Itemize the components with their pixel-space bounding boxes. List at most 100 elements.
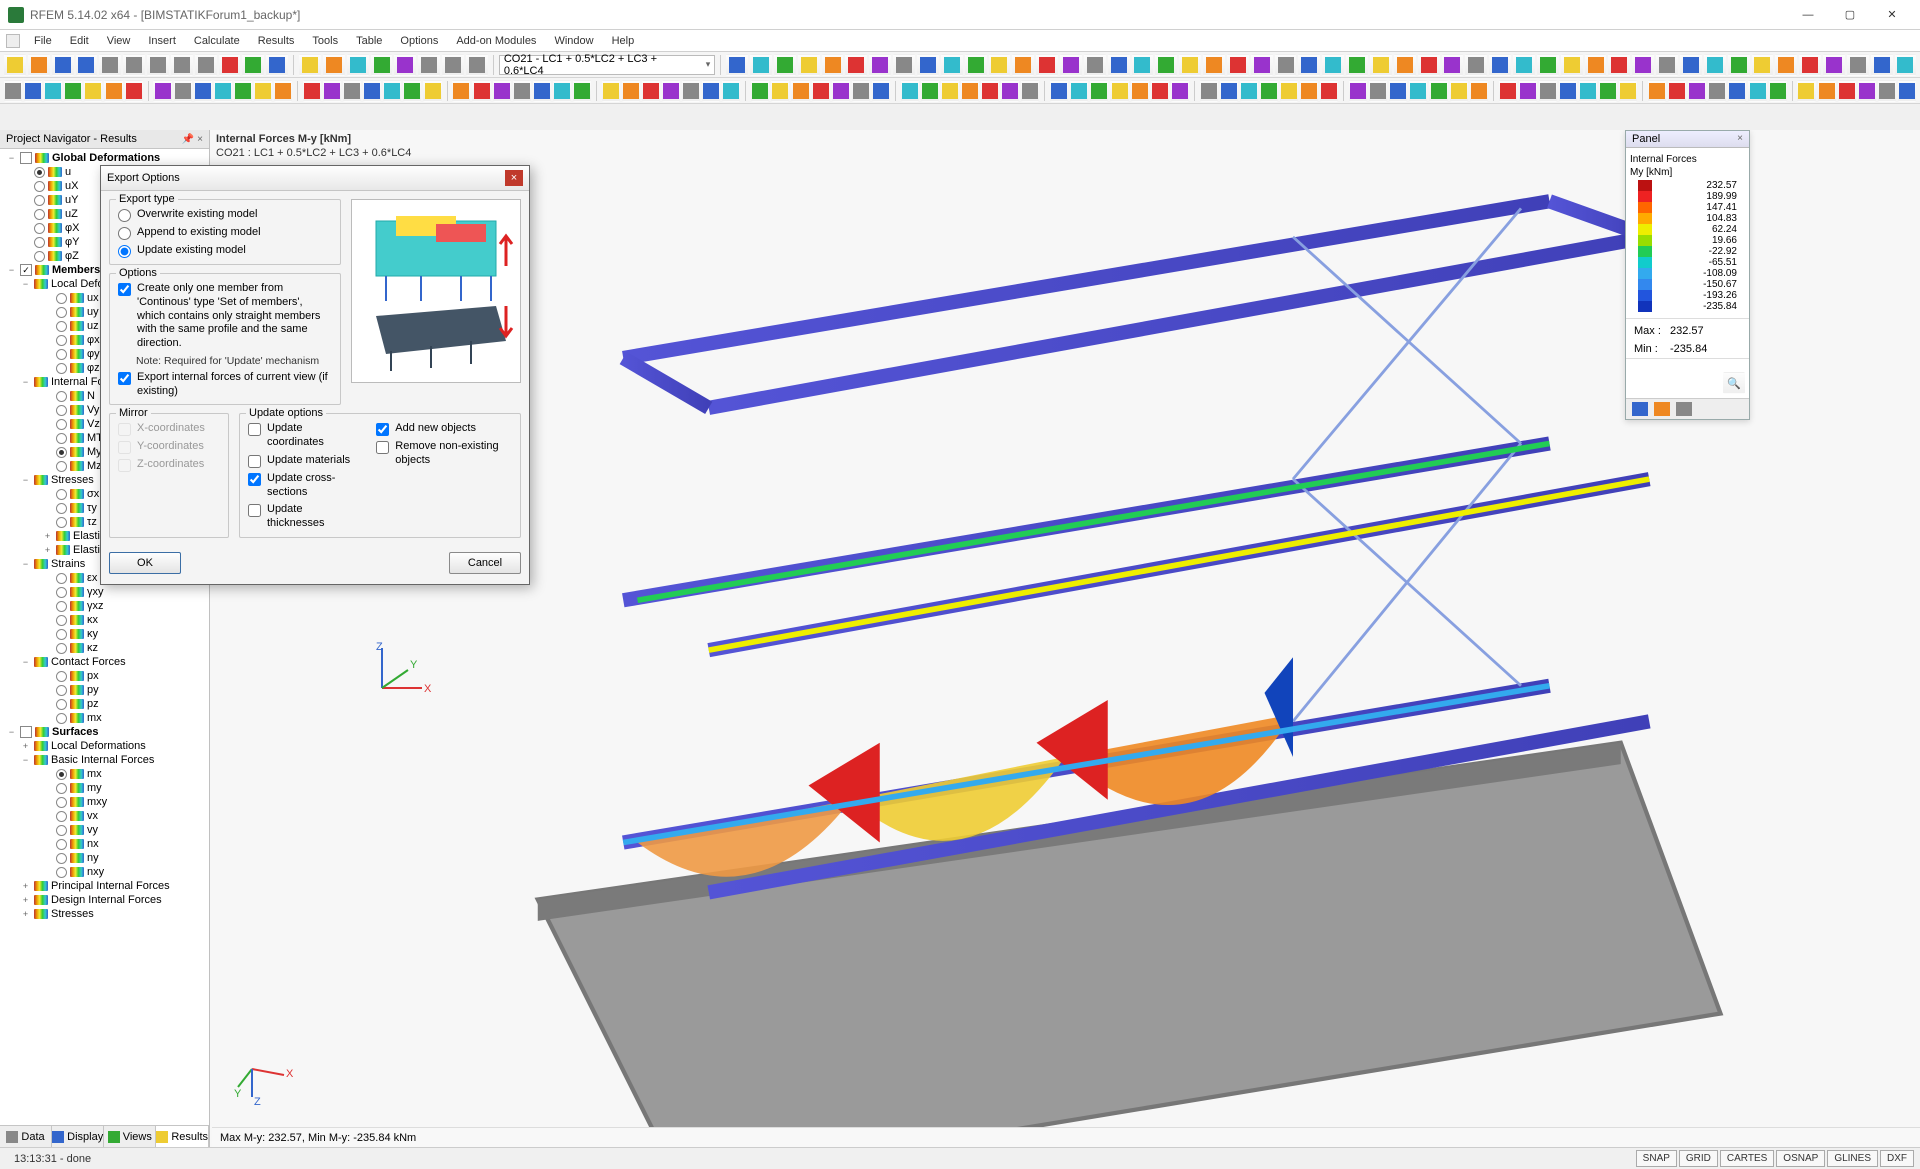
tb2-btn-28[interactable] [602,80,620,102]
tb1-btn3-33[interactable] [1513,54,1535,76]
tree-item-40[interactable]: mx [2,711,207,725]
tb2-btn-41[interactable] [872,80,890,102]
tree-item-42[interactable]: +Local Deformations [2,739,207,753]
menu-help[interactable]: Help [604,33,643,49]
tree-item-54[interactable]: +Stresses [2,907,207,921]
tb2-btn-42[interactable] [901,80,919,102]
radio-overwrite[interactable]: Overwrite existing model [118,208,332,222]
tb1-btn2-5[interactable] [418,54,440,76]
tb2-btn-6[interactable] [125,80,143,102]
tb2-btn-15[interactable] [323,80,341,102]
tb1-btn3-27[interactable] [1370,54,1392,76]
radio-append[interactable]: Append to existing model [118,226,332,240]
tb2-btn-58[interactable] [1240,80,1258,102]
tb1-btn3-9[interactable] [941,54,963,76]
tb1-btn-8[interactable] [195,54,217,76]
tb1-btn3-0[interactable] [726,54,748,76]
tb1-btn2-1[interactable] [323,54,345,76]
tb1-btn3-24[interactable] [1298,54,1320,76]
tree-item-37[interactable]: px [2,669,207,683]
tree-item-47[interactable]: vx [2,809,207,823]
panel-icon-1[interactable] [1632,402,1648,416]
tree-item-43[interactable]: −Basic Internal Forces [2,753,207,767]
tb1-btn-7[interactable] [171,54,193,76]
tb2-btn-80[interactable] [1708,80,1726,102]
minimize-button[interactable]: — [1788,3,1828,27]
panel-icon-3[interactable] [1676,402,1692,416]
tb1-btn3-49[interactable] [1895,54,1917,76]
tb2-btn-13[interactable] [274,80,292,102]
tree-item-36[interactable]: −Contact Forces [2,655,207,669]
tb2-btn-40[interactable] [852,80,870,102]
tb1-btn3-13[interactable] [1036,54,1058,76]
tb1-btn-3[interactable] [76,54,98,76]
menu-addons[interactable]: Add-on Modules [448,33,544,49]
tb1-btn3-21[interactable] [1227,54,1249,76]
tb2-btn-22[interactable] [472,80,490,102]
tb1-btn3-46[interactable] [1823,54,1845,76]
tb2-btn-1[interactable] [24,80,42,102]
tree-item-50[interactable]: ny [2,851,207,865]
tb2-btn-51[interactable] [1090,80,1108,102]
tb2-btn-63[interactable] [1349,80,1367,102]
loadcase-combo[interactable]: CO21 - LC1 + 0.5*LC2 + LC3 + 0.6*LC4 [499,55,715,75]
check-update-coords[interactable]: Update coordinates [248,422,356,450]
tb1-btn3-41[interactable] [1704,54,1726,76]
tb1-btn3-18[interactable] [1155,54,1177,76]
tb1-btn3-38[interactable] [1632,54,1654,76]
tb2-btn-12[interactable] [254,80,272,102]
tb2-btn-25[interactable] [533,80,551,102]
tree-item-39[interactable]: pz [2,697,207,711]
tb2-btn-2[interactable] [44,80,62,102]
tree-item-44[interactable]: mx [2,767,207,781]
tb1-btn3-3[interactable] [798,54,820,76]
nav-tab-results[interactable]: Results [156,1126,209,1147]
check-update-thicknesses[interactable]: Update thicknesses [248,503,356,531]
tb2-btn-76[interactable] [1619,80,1637,102]
tb2-btn-35[interactable] [751,80,769,102]
tb2-btn-17[interactable] [363,80,381,102]
tb1-btn3-1[interactable] [750,54,772,76]
tb1-btn3-31[interactable] [1465,54,1487,76]
tb2-btn-37[interactable] [791,80,809,102]
tb2-btn-50[interactable] [1070,80,1088,102]
tree-item-34[interactable]: κy [2,627,207,641]
tb1-btn-0[interactable] [4,54,26,76]
ok-button[interactable]: OK [109,552,181,574]
nav-tab-views[interactable]: Views [104,1126,156,1147]
tb1-btn3-36[interactable] [1585,54,1607,76]
tb1-btn3-37[interactable] [1608,54,1630,76]
tree-item-45[interactable]: my [2,781,207,795]
menu-table[interactable]: Table [348,33,390,49]
nav-tab-data[interactable]: Data [0,1126,52,1147]
panel-icon-2[interactable] [1654,402,1670,416]
tree-item-33[interactable]: κx [2,613,207,627]
tb1-btn3-17[interactable] [1132,54,1154,76]
tb2-btn-78[interactable] [1668,80,1686,102]
maximize-button[interactable]: ▢ [1830,3,1870,27]
check-create-one-member[interactable]: Create only one member from 'Continous' … [118,282,332,351]
nav-tab-display[interactable]: Display [52,1126,104,1147]
status-toggle-snap[interactable]: SNAP [1636,1150,1677,1167]
tb1-btn3-4[interactable] [822,54,844,76]
tb2-btn-86[interactable] [1838,80,1856,102]
tb2-btn-71[interactable] [1519,80,1537,102]
tb2-btn-59[interactable] [1260,80,1278,102]
tb2-btn-89[interactable] [1898,80,1916,102]
tb1-btn3-25[interactable] [1322,54,1344,76]
tb1-btn3-39[interactable] [1656,54,1678,76]
tb2-btn-7[interactable] [153,80,171,102]
tb1-btn-10[interactable] [242,54,264,76]
tb2-btn-62[interactable] [1320,80,1338,102]
tb2-btn-68[interactable] [1450,80,1468,102]
tb2-btn-29[interactable] [622,80,640,102]
status-toggle-cartes[interactable]: CARTES [1720,1150,1774,1167]
tb2-btn-11[interactable] [234,80,252,102]
tb1-btn3-45[interactable] [1799,54,1821,76]
tb2-btn-52[interactable] [1110,80,1128,102]
close-button[interactable]: ✕ [1872,3,1912,27]
tb1-btn3-43[interactable] [1752,54,1774,76]
tree-item-51[interactable]: nxy [2,865,207,879]
tb2-btn-44[interactable] [941,80,959,102]
tb1-btn3-11[interactable] [989,54,1011,76]
